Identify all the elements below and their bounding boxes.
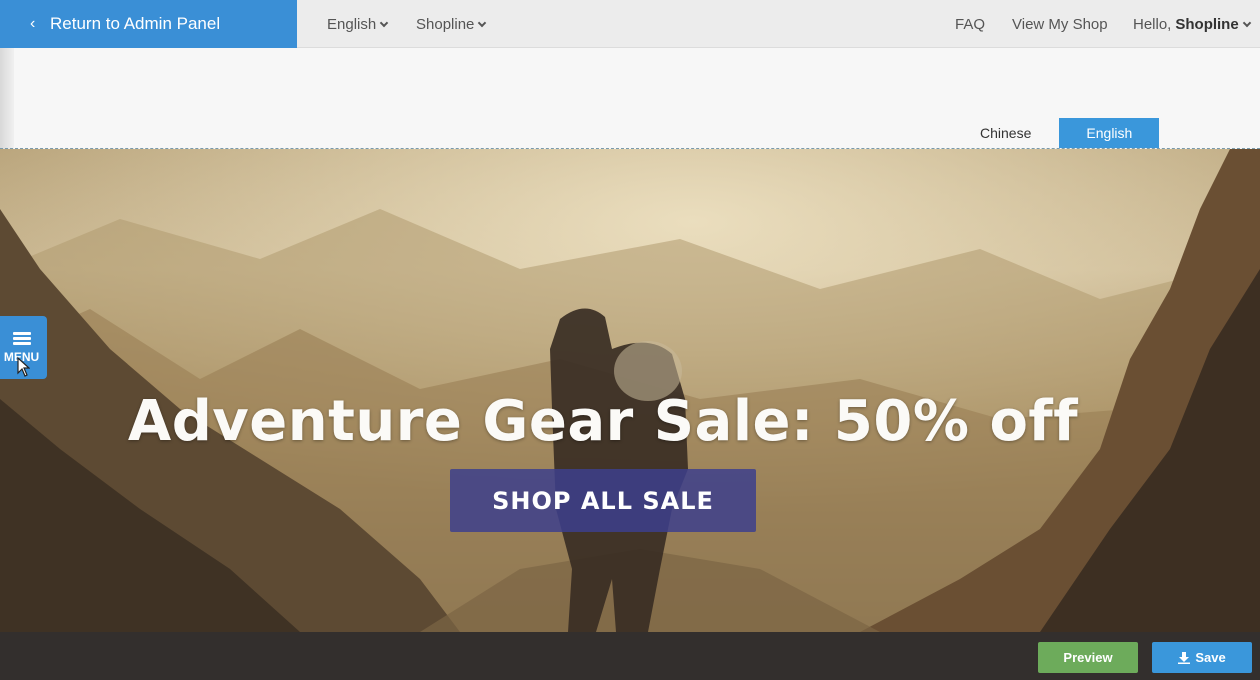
hamburger-icon <box>12 331 31 346</box>
top-bar: ‹ Return to Admin Panel English Shopline… <box>0 0 1260 48</box>
user-menu[interactable]: Hello, Shopline <box>1133 0 1251 48</box>
chevron-left-icon: ‹ <box>30 15 36 32</box>
shop-dropdown[interactable]: Shopline <box>416 0 487 48</box>
return-to-admin-button[interactable]: ‹ Return to Admin Panel <box>0 0 297 48</box>
faq-link[interactable]: FAQ <box>955 0 985 48</box>
chevron-down-icon <box>478 18 487 27</box>
shop-all-sale-button[interactable]: SHOP ALL SALE <box>450 469 756 532</box>
language-dropdown-label: English <box>327 15 377 33</box>
language-tabs: Chinese English <box>962 118 1160 148</box>
preview-label: Preview <box>1063 650 1113 665</box>
chevron-down-icon <box>379 18 389 27</box>
tab-english[interactable]: English <box>1059 118 1160 148</box>
chevron-down-icon <box>1242 18 1251 27</box>
view-my-shop-label: View My Shop <box>1012 15 1108 33</box>
hero-banner[interactable]: Adventure Gear Sale: 50% off SHOP ALL SA… <box>0 149 1260 632</box>
username-text: Shopline <box>1175 15 1239 33</box>
greeting-text: Hello, <box>1133 15 1172 33</box>
shop-dropdown-label: Shopline <box>416 15 475 33</box>
hero-title: Adventure Gear Sale: 50% off <box>127 389 1079 454</box>
download-icon <box>1178 651 1191 664</box>
preview-button[interactable]: Preview <box>1038 642 1138 673</box>
panel-edge <box>0 48 14 149</box>
tab-english-label: English <box>1086 125 1133 141</box>
tab-chinese[interactable]: Chinese <box>962 118 1049 148</box>
faq-label: FAQ <box>955 15 986 33</box>
view-my-shop-link[interactable]: View My Shop <box>1012 0 1108 48</box>
tab-chinese-label: Chinese <box>980 125 1032 141</box>
bottom-bar: Preview Save <box>0 632 1260 680</box>
return-to-admin-label: Return to Admin Panel <box>50 14 221 33</box>
language-dropdown[interactable]: English <box>327 0 389 48</box>
save-button[interactable]: Save <box>1152 642 1252 673</box>
cursor-icon <box>17 356 30 377</box>
save-label: Save <box>1195 650 1226 665</box>
